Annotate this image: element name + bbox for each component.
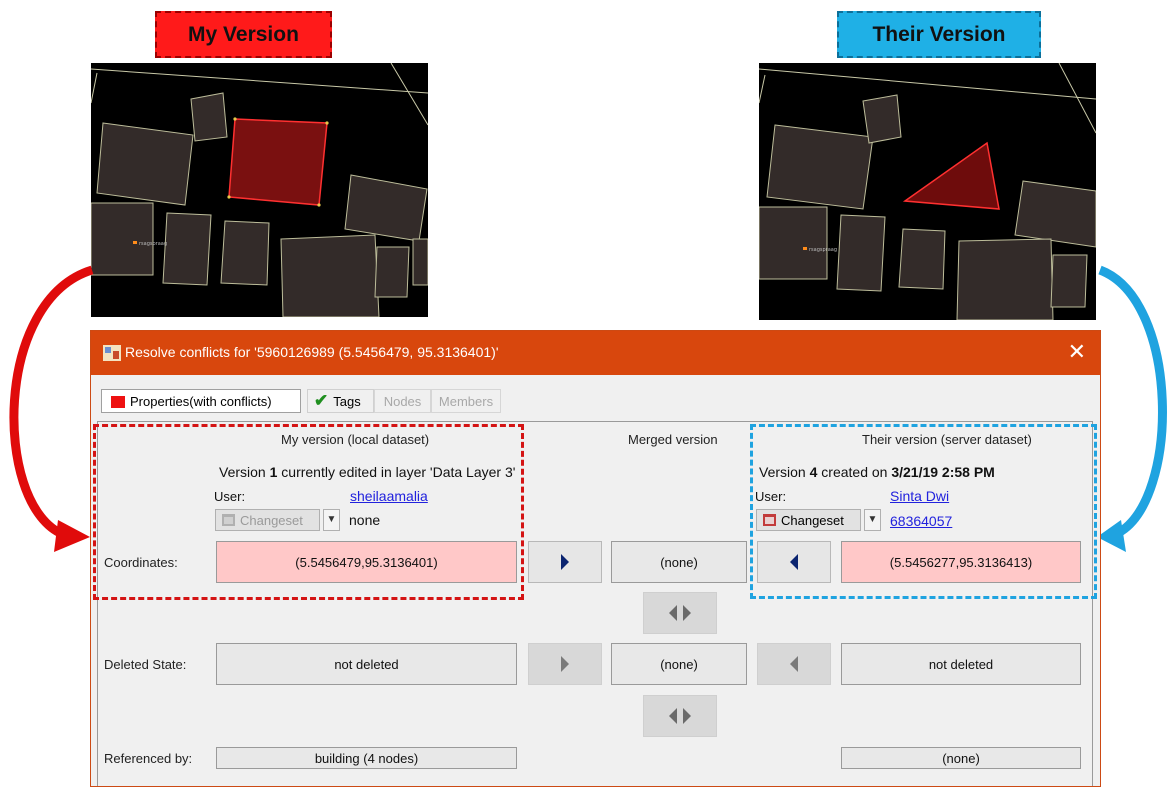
map-point-label: rsagspraag xyxy=(139,241,167,247)
tab-tags[interactable]: ✔ Tags xyxy=(307,389,374,413)
mine-coordinates-field: (5.5456479,95.3136401) xyxy=(216,541,517,583)
theirs-user-link[interactable]: Sinta Dwi xyxy=(890,488,949,504)
merged-column-title: Merged version xyxy=(628,432,718,447)
blue-arrow-head xyxy=(1097,520,1126,552)
mine-changeset-value: none xyxy=(349,512,381,528)
tab-nodes[interactable]: Nodes xyxy=(374,389,431,413)
red-arrow-head xyxy=(54,520,90,552)
theirs-version-info: Version 4 created on 3/21/19 2:58 PM xyxy=(759,464,995,480)
my-version-map: rsagspraag xyxy=(91,63,428,317)
merged-deleted-state-field: (none) xyxy=(611,643,747,685)
coordinates-label: Coordinates: xyxy=(104,555,178,570)
theirs-column-title: Their version (server dataset) xyxy=(862,432,1032,447)
changeset-icon xyxy=(222,514,235,526)
my-version-banner: My Version xyxy=(155,11,332,58)
undecide-coordinates-button[interactable] xyxy=(643,592,717,634)
merged-coordinates-field: (none) xyxy=(611,541,747,583)
tab-properties-label: Properties(with conflicts) xyxy=(130,393,272,409)
arrow-right-icon xyxy=(561,656,569,672)
left-right-arrows-icon xyxy=(669,605,691,621)
apply-their-coordinates-button[interactable] xyxy=(757,541,831,583)
deleted-state-label: Deleted State: xyxy=(104,657,187,672)
conflict-indicator-icon xyxy=(111,396,125,408)
apply-mine-deleted-button[interactable] xyxy=(528,643,602,685)
josm-app-icon xyxy=(103,345,121,361)
tab-tags-label: Tags xyxy=(333,393,361,409)
mine-user-label: User: xyxy=(214,489,246,504)
mine-changeset-button[interactable]: Changeset xyxy=(215,509,320,531)
map-point-label: rsagspraag xyxy=(809,247,837,253)
resolve-conflicts-dialog: Resolve conflicts for '5960126989 (5.545… xyxy=(90,330,1101,787)
blue-curved-arrow xyxy=(1098,265,1167,537)
arrow-left-icon xyxy=(790,656,798,672)
theirs-changeset-dropdown[interactable]: ▼ xyxy=(864,509,881,531)
dialog-titlebar: Resolve conflicts for '5960126989 (5.545… xyxy=(91,331,1100,375)
mine-deleted-state-field: not deleted xyxy=(216,643,517,685)
apply-mine-coordinates-button[interactable] xyxy=(528,541,602,583)
mine-referenced-by-field: building (4 nodes) xyxy=(216,747,517,769)
tab-properties[interactable]: Properties(with conflicts) xyxy=(101,389,301,413)
mine-user-link[interactable]: sheilaamalia xyxy=(350,488,428,504)
dialog-title: Resolve conflicts for '5960126989 (5.545… xyxy=(125,344,499,360)
mine-version-info: Version 1 currently edited in layer 'Dat… xyxy=(219,464,516,480)
theirs-changeset-link[interactable]: 68364057 xyxy=(890,513,952,529)
their-version-banner: Their Version xyxy=(837,11,1041,58)
close-icon[interactable]: ✕ xyxy=(1068,339,1086,365)
arrow-right-icon xyxy=(561,554,569,570)
my-map-canvas: rsagspraag xyxy=(91,63,428,317)
mine-changeset-dropdown[interactable]: ▼ xyxy=(323,509,340,531)
arrow-left-icon xyxy=(790,554,798,570)
theirs-coordinates-field: (5.5456277,95.3136413) xyxy=(841,541,1081,583)
their-version-map: rsagspraag xyxy=(759,63,1096,320)
changeset-icon xyxy=(763,514,776,526)
referenced-by-label: Referenced by: xyxy=(104,751,193,766)
theirs-changeset-button[interactable]: Changeset xyxy=(756,509,861,531)
red-curved-arrow xyxy=(9,265,94,538)
theirs-referenced-by-field: (none) xyxy=(841,747,1081,769)
tab-members[interactable]: Members xyxy=(431,389,501,413)
theirs-deleted-state-field: not deleted xyxy=(841,643,1081,685)
theirs-user-label: User: xyxy=(755,489,787,504)
mine-column-title: My version (local dataset) xyxy=(281,432,430,447)
apply-their-deleted-button[interactable] xyxy=(757,643,831,685)
undecide-deleted-button[interactable] xyxy=(643,695,717,737)
their-map-canvas: rsagspraag xyxy=(759,63,1096,320)
left-right-arrows-icon xyxy=(669,708,691,724)
checkmark-icon: ✔ xyxy=(314,391,329,410)
